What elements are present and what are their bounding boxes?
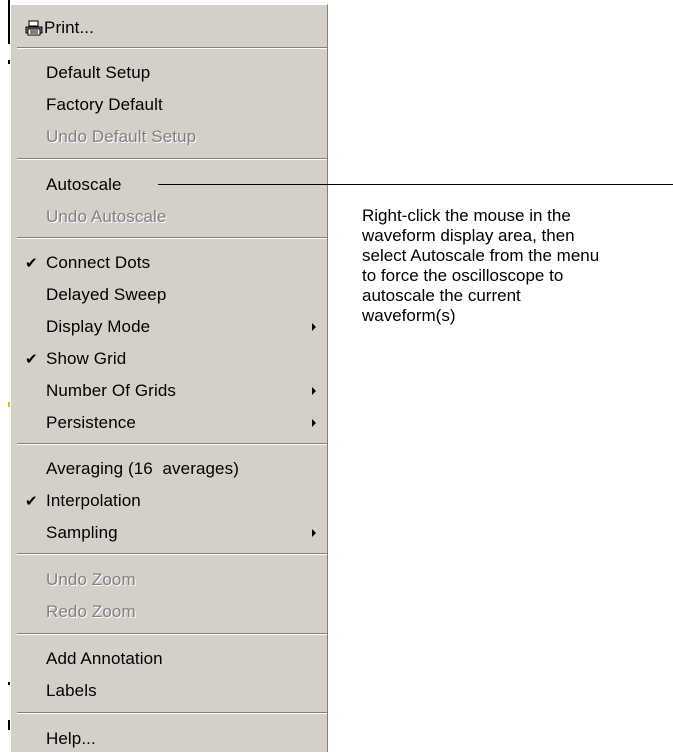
menu-item-label: Number Of Grids (46, 381, 176, 400)
menu-item-label: Default Setup (46, 63, 151, 82)
menu-item-persistence[interactable]: Persistence (11, 407, 329, 439)
menu-item-label: Undo Autoscale (46, 207, 167, 226)
menu-item-label: Connect Dots (46, 253, 151, 272)
menu-item-help[interactable]: Help... (11, 723, 329, 755)
menu-item-averaging[interactable]: Averaging (16 averages) (11, 453, 329, 485)
check-icon: ✔ (25, 493, 38, 510)
menu-item-label: Undo Zoom (46, 570, 136, 589)
menu-item-sampling[interactable]: Sampling (11, 517, 329, 549)
menu-item-label: Redo Zoom (46, 602, 136, 621)
menu-item-label: Labels (46, 681, 97, 700)
menu-item-labels[interactable]: Labels (11, 675, 329, 707)
menu-item-label: Autoscale (46, 175, 122, 194)
callout-line-text: select Autoscale from the menu (362, 246, 600, 265)
menu-item-label: Help... (46, 729, 96, 748)
menu-item-label: Sampling (46, 523, 118, 542)
menu-item-label: Print... (44, 18, 94, 37)
menu-item-autoscale[interactable]: Autoscale (11, 169, 329, 201)
callout-line-text: waveform display area, then (362, 226, 575, 245)
check-icon: ✔ (25, 255, 38, 272)
menu-item-redo-zoom: Redo Zoom (11, 596, 329, 628)
menu-separator (17, 237, 327, 239)
menu-item-label: Show Grid (46, 349, 127, 368)
menu-separator (17, 553, 327, 555)
menu-item-print[interactable]: Print... (11, 12, 329, 44)
check-icon: ✔ (25, 351, 38, 368)
menu-separator (17, 633, 327, 635)
menu-separator (17, 443, 327, 445)
menu-item-connect-dots[interactable]: ✔ Connect Dots (11, 247, 329, 279)
menu-item-label: Undo Default Setup (46, 127, 197, 146)
callout-line-text: autoscale the current (362, 286, 521, 305)
callout-line-text: waveform(s) (362, 306, 456, 325)
menu-item-label: Interpolation (46, 491, 141, 510)
callout-line-text: to force the oscilloscope to (362, 266, 564, 285)
callout-leader-line (158, 184, 673, 185)
callout-line-text: Right-click the mouse in the (362, 206, 571, 225)
menu-item-label: Delayed Sweep (46, 285, 167, 304)
menu-item-undo-default-setup: Undo Default Setup (11, 121, 329, 153)
submenu-arrow-icon (312, 387, 316, 395)
menu-item-number-of-grids[interactable]: Number Of Grids (11, 375, 329, 407)
menu-item-undo-zoom: Undo Zoom (11, 564, 329, 596)
menu-item-default-setup[interactable]: Default Setup (11, 57, 329, 89)
menu-item-interpolation[interactable]: ✔ Interpolation (11, 485, 329, 517)
submenu-arrow-icon (312, 419, 316, 427)
menu-item-label: Persistence (46, 413, 136, 432)
menu-item-show-grid[interactable]: ✔ Show Grid (11, 343, 329, 375)
menu-separator (17, 47, 327, 49)
menu-separator (17, 712, 327, 714)
menu-item-delayed-sweep[interactable]: Delayed Sweep (11, 279, 329, 311)
menu-separator (17, 158, 327, 160)
menu-item-factory-default[interactable]: Factory Default (11, 89, 329, 121)
menu-item-label: Add Annotation (46, 649, 163, 668)
submenu-arrow-icon (312, 323, 316, 331)
menu-item-add-annotation[interactable]: Add Annotation (11, 643, 329, 675)
menu-item-undo-autoscale: Undo Autoscale (11, 201, 329, 233)
menu-item-label: Averaging (16 averages) (46, 459, 239, 478)
context-menu: Print... Default Setup Factory Default U… (10, 4, 328, 752)
menu-item-display-mode[interactable]: Display Mode (11, 311, 329, 343)
menu-item-label: Factory Default (46, 95, 163, 114)
menu-item-label: Display Mode (46, 317, 151, 336)
autoscale-callout-text: Right-click the mouse in the waveform di… (362, 206, 662, 326)
submenu-arrow-icon (312, 529, 316, 537)
printer-icon (25, 20, 43, 41)
